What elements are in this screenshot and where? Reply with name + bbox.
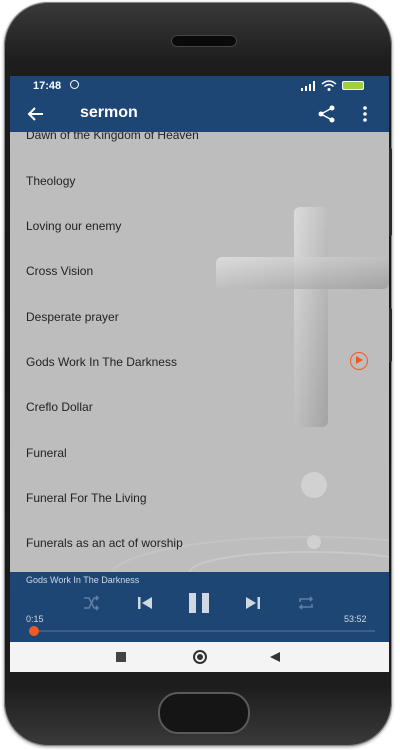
skip-previous-icon[interactable]: [136, 594, 154, 612]
signal-icon: [301, 81, 315, 91]
list-item[interactable]: Desperate prayer: [26, 306, 366, 328]
shuffle-icon[interactable]: [82, 594, 100, 612]
share-icon[interactable]: [316, 103, 338, 125]
play-circle-icon[interactable]: [350, 352, 368, 370]
repeat-icon[interactable]: [297, 594, 315, 612]
list-item[interactable]: Funerals as an act of worship: [26, 532, 366, 554]
recent-apps-icon[interactable]: [116, 652, 126, 662]
media-player: Gods Work In The Darkness 0:15 53:52: [10, 572, 389, 642]
app-bar: sermon: [10, 96, 389, 132]
screen: 17:48 sermon Dawn of the Kingdom of Heav…: [10, 76, 389, 672]
back-triangle-icon[interactable]: [270, 652, 280, 662]
page-title: sermon: [80, 104, 138, 121]
earpiece-speaker: [171, 35, 237, 47]
alarm-icon: [70, 80, 79, 89]
list-item[interactable]: Dawn of the Kingdom of Heaven: [26, 132, 366, 146]
hardware-home-button[interactable]: [158, 692, 250, 734]
list-item[interactable]: Creflo Dollar: [26, 396, 366, 418]
status-bar: 17:48: [10, 76, 389, 96]
list-item-label: Dawn of the Kingdom of Heaven: [26, 132, 199, 142]
list-item-label: Loving our enemy: [26, 219, 122, 233]
list-item[interactable]: Cross Vision: [26, 260, 366, 282]
now-playing-title: Gods Work In The Darkness: [26, 575, 140, 585]
list-item-label: Gods Work In The Darkness: [26, 355, 177, 369]
seek-bar[interactable]: [32, 630, 375, 632]
list-item-label: Funeral: [26, 446, 67, 460]
sermon-list: Dawn of the Kingdom of Heaven Theology L…: [10, 132, 389, 572]
list-item-label: Funeral For The Living: [26, 491, 147, 505]
list-item-label: Cross Vision: [26, 264, 94, 278]
list-item[interactable]: Loving our enemy: [26, 215, 366, 237]
list-item-label: Theology: [26, 174, 76, 188]
status-time: 17:48: [33, 80, 62, 92]
arrow-back-icon[interactable]: [25, 103, 47, 125]
battery-icon: [342, 81, 364, 90]
total-duration: 53:52: [344, 614, 367, 624]
pause-icon[interactable]: [186, 591, 212, 615]
system-nav-bar: [10, 642, 389, 672]
list-item-label: Funerals as an act of worship: [26, 536, 183, 550]
list-item-playing[interactable]: Gods Work In The Darkness: [26, 351, 368, 373]
list-item[interactable]: Funeral: [26, 442, 366, 464]
list-item-label: Desperate prayer: [26, 310, 119, 324]
seek-thumb[interactable]: [28, 626, 39, 636]
skip-next-icon[interactable]: [244, 594, 262, 612]
list-item-label: Creflo Dollar: [26, 400, 93, 414]
more-vert-icon[interactable]: [359, 103, 371, 125]
home-icon[interactable]: [193, 650, 207, 664]
wifi-icon: [321, 80, 337, 91]
list-item[interactable]: Theology: [26, 170, 366, 192]
elapsed-time: 0:15: [26, 614, 44, 624]
list-item[interactable]: Funeral For The Living: [26, 487, 366, 509]
